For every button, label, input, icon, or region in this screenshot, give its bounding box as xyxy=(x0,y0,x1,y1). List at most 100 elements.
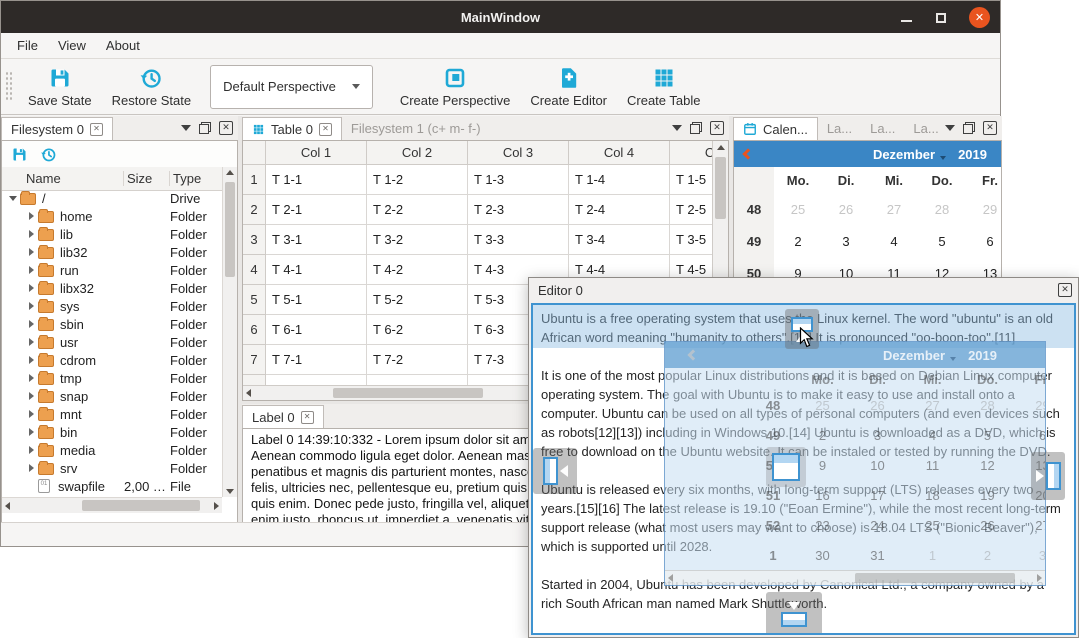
window-titlebar[interactable]: MainWindow ✕ xyxy=(1,1,1000,33)
panel-menu-button[interactable] xyxy=(181,125,191,131)
expander-icon[interactable] xyxy=(24,428,38,436)
calendar-day[interactable]: 25 xyxy=(774,202,822,217)
table-cell[interactable]: T 3-1 xyxy=(266,225,367,255)
scroll-up-icon[interactable] xyxy=(713,145,728,150)
expander-icon[interactable] xyxy=(24,410,38,418)
row-header[interactable]: 1 xyxy=(243,165,266,195)
table-cell[interactable]: T 2-3 xyxy=(468,195,569,225)
table-cell[interactable]: T 7-2 xyxy=(367,345,468,375)
editor-content[interactable]: Ubuntu is a free operating system that u… xyxy=(531,303,1076,635)
vertical-scrollbar[interactable] xyxy=(222,167,237,497)
expander-icon[interactable] xyxy=(6,196,20,201)
tab-table-0[interactable]: Table 0 ✕ xyxy=(242,117,342,140)
table-cell[interactable]: T 5-1 xyxy=(266,285,367,315)
table-column-header[interactable]: Col 5 xyxy=(670,141,712,164)
tree-row[interactable]: homeFolder xyxy=(2,207,222,225)
tree-row[interactable]: binFolder xyxy=(2,423,222,441)
table-cell[interactable]: T 3-2 xyxy=(367,225,468,255)
expander-icon[interactable] xyxy=(24,374,38,382)
create-perspective-button[interactable]: Create Perspective xyxy=(391,62,520,112)
tree-row[interactable]: libx32Folder xyxy=(2,279,222,297)
tree-row[interactable]: /Drive xyxy=(2,189,222,207)
table-column-header[interactable]: Col 4 xyxy=(569,141,670,164)
row-header[interactable]: 4 xyxy=(243,255,266,285)
dock-indicator-bottom[interactable] xyxy=(766,592,822,635)
calendar-year[interactable]: 2019 xyxy=(958,147,987,162)
table-column-header[interactable]: Col 2 xyxy=(367,141,468,164)
tab-close-icon[interactable]: ✕ xyxy=(90,123,103,136)
menu-item-file[interactable]: File xyxy=(7,35,48,56)
table-cell[interactable]: T 7-1 xyxy=(266,345,367,375)
table-cell[interactable]: T 1-4 xyxy=(569,165,670,195)
tree-row[interactable]: sysFolder xyxy=(2,297,222,315)
table-cell[interactable]: T 4-2 xyxy=(367,255,468,285)
row-header[interactable]: 5 xyxy=(243,285,266,315)
maximize-button[interactable] xyxy=(934,10,948,24)
tree-row[interactable]: tmpFolder xyxy=(2,369,222,387)
panel-menu-button[interactable] xyxy=(672,125,682,131)
column-header-type[interactable]: Type xyxy=(170,171,222,186)
table-column-header[interactable]: Col 1 xyxy=(266,141,367,164)
panel-close-button[interactable]: ✕ xyxy=(983,121,997,135)
restore-icon[interactable] xyxy=(40,146,57,163)
create-editor-button[interactable]: Create Editor xyxy=(521,62,616,112)
expander-icon[interactable] xyxy=(24,302,38,310)
tree-row[interactable]: sbinFolder xyxy=(2,315,222,333)
panel-float-button[interactable] xyxy=(963,122,975,134)
menu-item-about[interactable]: About xyxy=(96,35,150,56)
panel-float-button[interactable] xyxy=(690,122,702,134)
expander-icon[interactable] xyxy=(24,464,38,472)
table-cell[interactable]: T 2-5 xyxy=(670,195,712,225)
calendar-day[interactable]: 29 xyxy=(966,202,1014,217)
table-cell[interactable]: T 1-1 xyxy=(266,165,367,195)
calendar-day[interactable]: 3 xyxy=(822,234,870,249)
tab-label-0[interactable]: Label 0 ✕ xyxy=(242,405,324,428)
table-cell[interactable]: T 2-4 xyxy=(569,195,670,225)
menu-item-view[interactable]: View xyxy=(48,35,96,56)
horizontal-scrollbar[interactable] xyxy=(2,497,222,513)
tab-label-2[interactable]: La... xyxy=(861,117,904,140)
table-cell[interactable]: T 3-3 xyxy=(468,225,569,255)
editor-titlebar[interactable]: Editor 0 ✕ xyxy=(529,278,1078,303)
dock-indicator-right[interactable] xyxy=(1031,452,1065,500)
tab-close-icon[interactable]: ✕ xyxy=(319,123,332,136)
row-header[interactable]: 8 xyxy=(243,375,266,385)
scrollbar-thumb[interactable] xyxy=(715,157,726,219)
previous-month-icon[interactable] xyxy=(742,148,753,159)
create-table-button[interactable]: Create Table xyxy=(618,62,709,112)
calendar-day[interactable]: 4 xyxy=(870,234,918,249)
dock-indicator-left[interactable] xyxy=(533,448,577,494)
tree-row[interactable]: mediaFolder xyxy=(2,441,222,459)
calendar-day[interactable]: 27 xyxy=(870,202,918,217)
restore-state-button[interactable]: Restore State xyxy=(103,62,201,112)
tab-calendar[interactable]: Calen... xyxy=(733,117,818,140)
calendar-day[interactable]: 2 xyxy=(774,234,822,249)
table-cell[interactable]: T 1-3 xyxy=(468,165,569,195)
panel-menu-button[interactable] xyxy=(945,125,955,131)
table-cell[interactable]: T 1-2 xyxy=(367,165,468,195)
scrollbar-thumb[interactable] xyxy=(225,182,235,277)
table-cell[interactable]: T 2-2 xyxy=(367,195,468,225)
tab-filesystem-0[interactable]: Filesystem 0 ✕ xyxy=(1,117,113,140)
row-header[interactable]: 7 xyxy=(243,345,266,375)
table-cell[interactable]: T 8-1 xyxy=(266,375,367,385)
table-cell[interactable]: T 4-1 xyxy=(266,255,367,285)
tree-row[interactable]: libFolder xyxy=(2,225,222,243)
month-dropdown-icon[interactable] xyxy=(940,156,946,160)
tab-label-1[interactable]: La... xyxy=(818,117,861,140)
toolbar-grip[interactable] xyxy=(5,71,12,102)
save-icon[interactable] xyxy=(11,146,28,163)
row-header[interactable]: 2 xyxy=(243,195,266,225)
calendar-day[interactable]: 5 xyxy=(918,234,966,249)
row-header[interactable]: 3 xyxy=(243,225,266,255)
table-cell[interactable]: T 6-2 xyxy=(367,315,468,345)
expander-icon[interactable] xyxy=(24,338,38,346)
tree-row[interactable]: runFolder xyxy=(2,261,222,279)
scrollbar-thumb[interactable] xyxy=(82,500,200,511)
scrollbar-thumb[interactable] xyxy=(333,388,483,398)
expander-icon[interactable] xyxy=(24,446,38,454)
calendar-day[interactable]: 6 xyxy=(966,234,1014,249)
dock-indicator-center[interactable] xyxy=(766,447,806,487)
scroll-up-icon[interactable] xyxy=(223,170,237,175)
tree-row[interactable]: usrFolder xyxy=(2,333,222,351)
